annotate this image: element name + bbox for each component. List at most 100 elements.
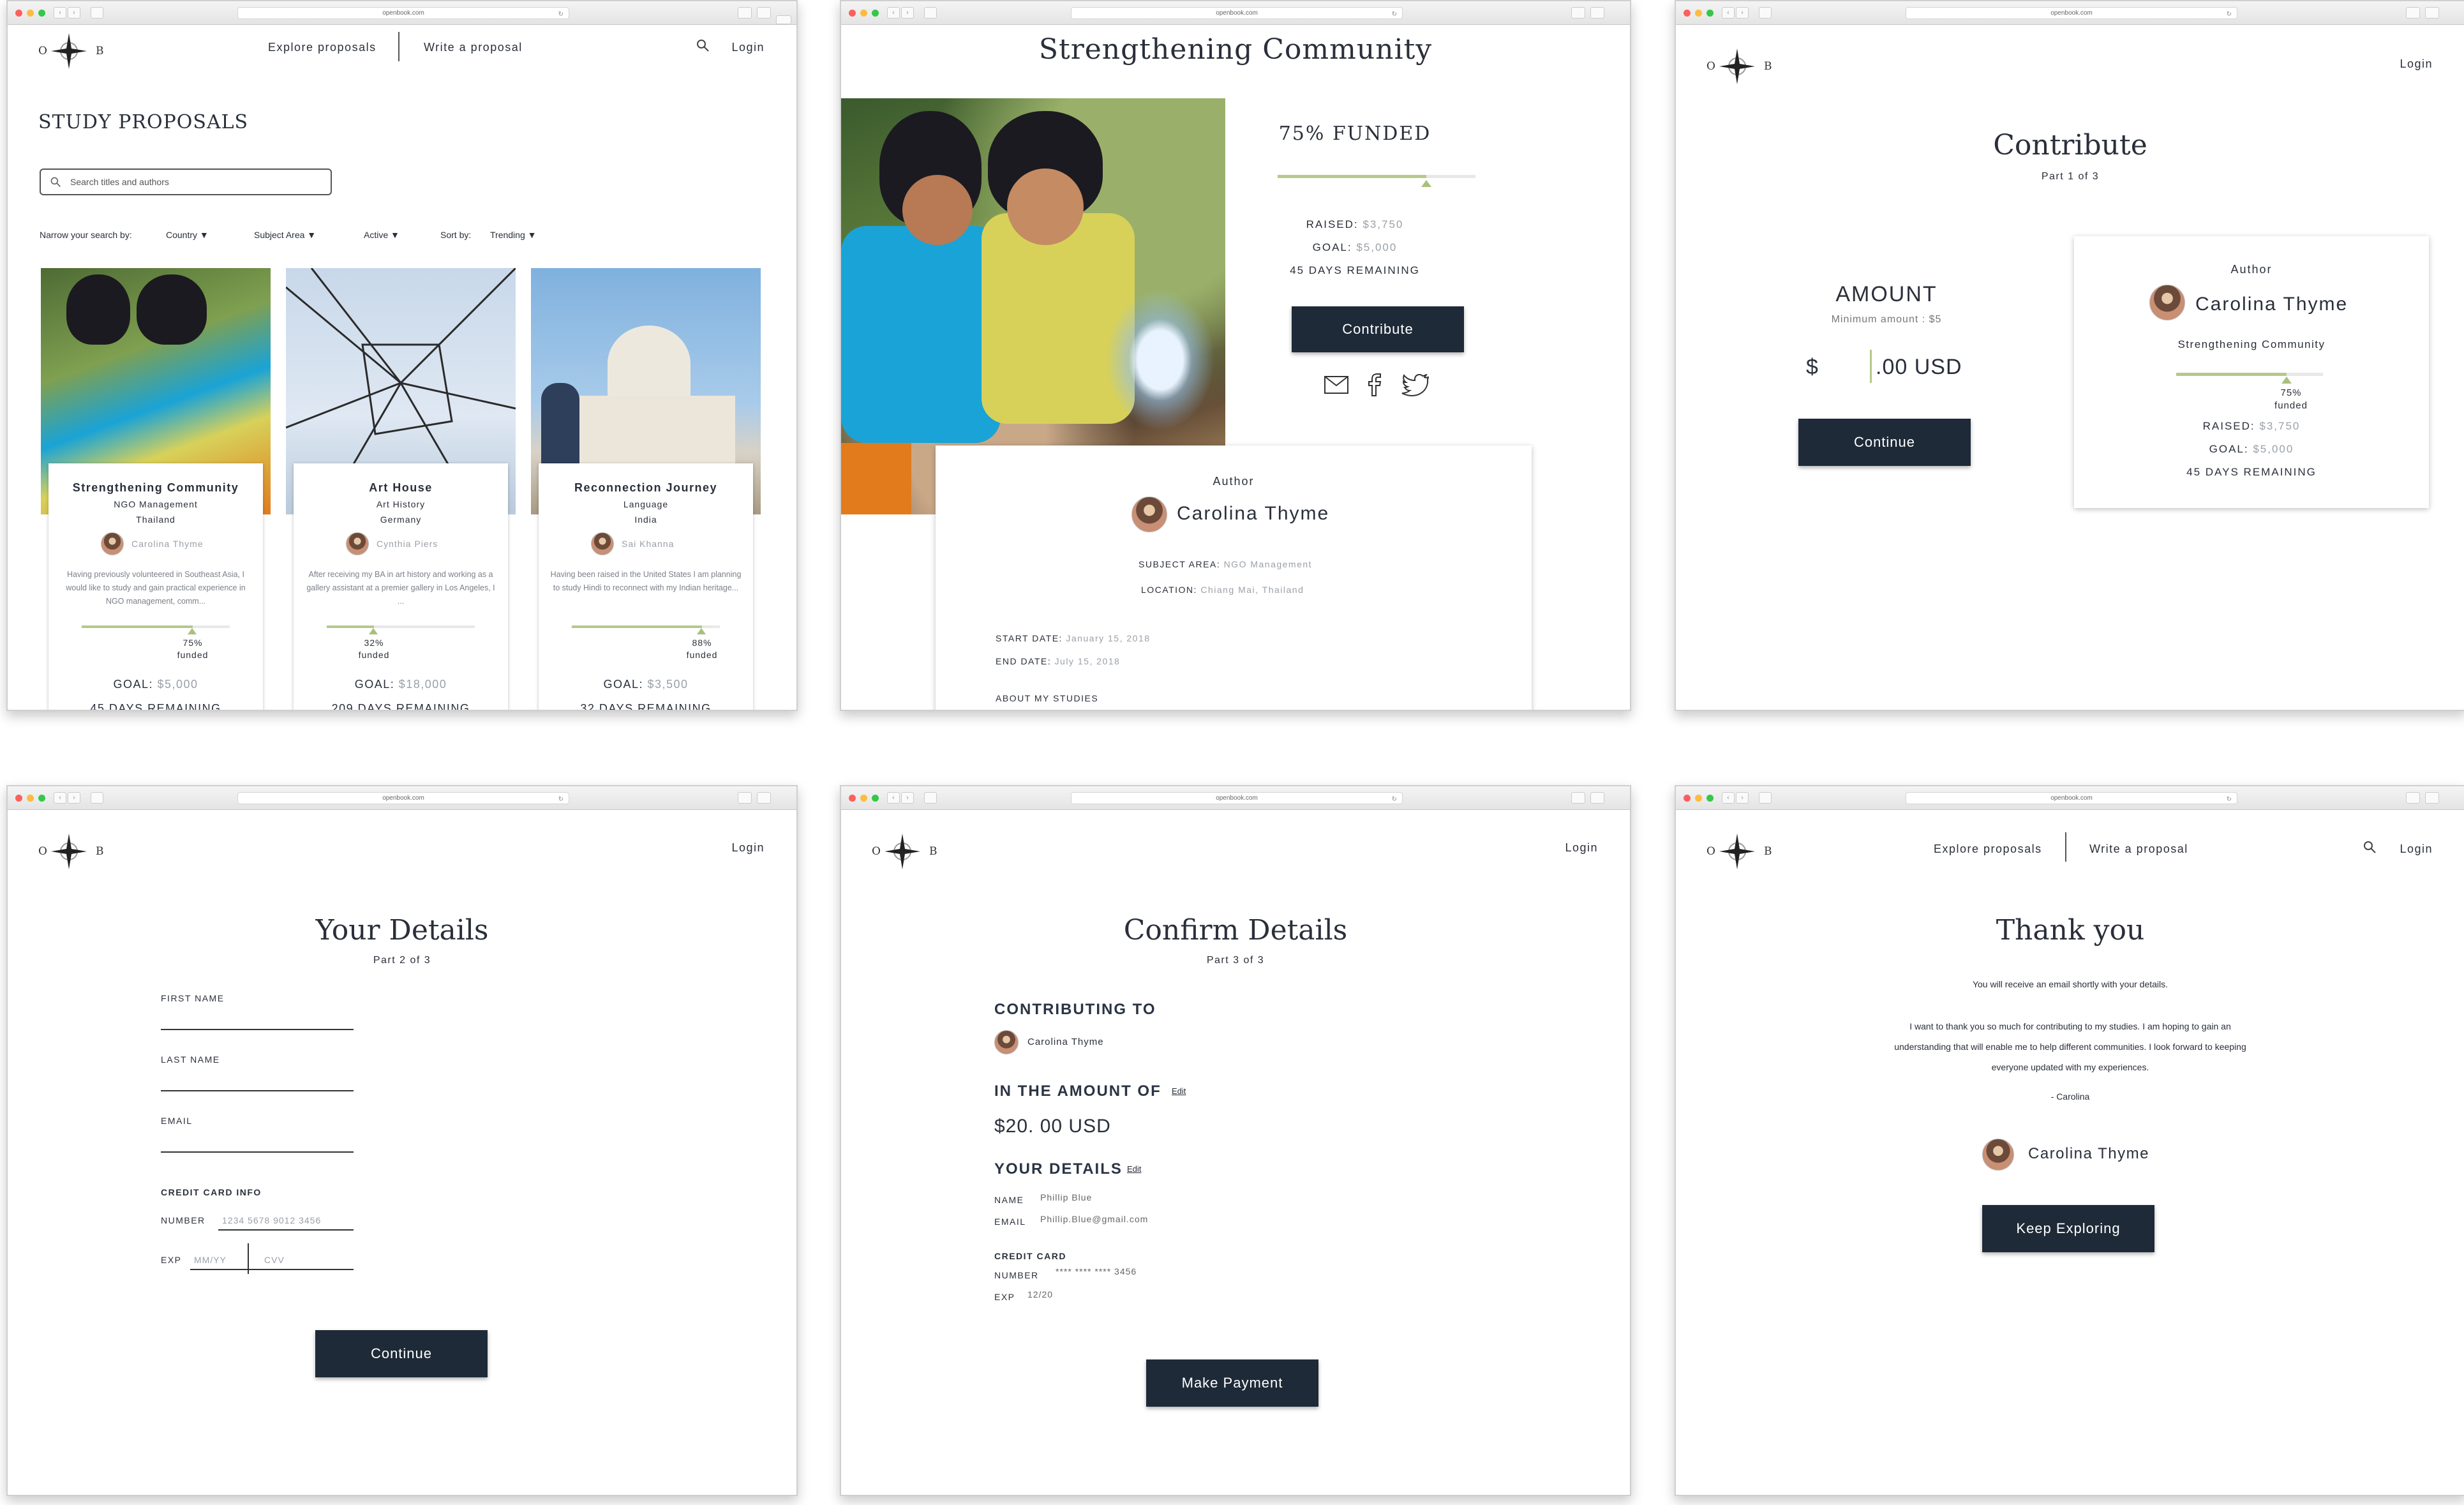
card-title[interactable]: Art House [294,481,508,495]
make-payment-button[interactable]: Make Payment [1146,1359,1318,1407]
zoom-window-button[interactable] [1706,795,1714,802]
email-icon[interactable] [1324,375,1349,394]
back-button[interactable]: ‹ [1722,792,1735,804]
login-link[interactable]: Login [1565,841,1598,855]
back-button[interactable]: ‹ [887,7,900,19]
search-icon[interactable] [696,38,710,52]
back-button[interactable]: ‹ [54,792,66,804]
share-icon[interactable] [1571,792,1585,804]
author-name[interactable]: Carolina Thyme [1177,503,1329,525]
back-button[interactable]: ‹ [887,792,900,804]
new-tab-button[interactable] [776,15,791,24]
forward-button[interactable]: › [68,792,80,804]
close-window-button[interactable] [15,10,22,17]
address-bar[interactable]: openbook.com ↻ [1906,7,2237,19]
forward-button[interactable]: › [901,792,914,804]
zoom-window-button[interactable] [38,10,45,17]
address-bar[interactable]: openbook.com ↻ [237,7,569,19]
reload-icon[interactable]: ↻ [2227,794,2232,805]
tabs-icon[interactable] [757,7,771,19]
card-title[interactable]: Strengthening Community [49,481,263,495]
nav-explore-link[interactable]: Explore proposals [268,41,377,54]
card-author[interactable]: Carolina Thyme [131,539,204,549]
reload-icon[interactable]: ↻ [1392,794,1397,805]
address-bar[interactable]: openbook.com ↻ [237,792,569,804]
share-icon[interactable] [738,792,752,804]
forward-button[interactable]: › [1736,792,1749,804]
reload-icon[interactable]: ↻ [1392,9,1397,20]
minimize-window-button[interactable] [27,795,34,802]
sidebar-icon[interactable] [91,7,103,19]
back-button[interactable]: ‹ [1722,7,1735,19]
sidebar-icon[interactable] [1759,7,1772,19]
close-window-button[interactable] [1684,795,1691,802]
tabs-icon[interactable] [2425,792,2439,804]
zoom-window-button[interactable] [38,795,45,802]
close-window-button[interactable] [849,10,856,17]
login-link[interactable]: Login [731,841,765,855]
tabs-icon[interactable] [757,792,771,804]
forward-button[interactable]: › [68,7,80,19]
share-icon[interactable] [738,7,752,19]
tabs-icon[interactable] [1590,7,1604,19]
continue-button[interactable]: Continue [315,1330,488,1377]
proposal-card[interactable]: Strengthening Community NGO Management T… [49,463,263,710]
back-button[interactable]: ‹ [54,7,66,19]
twitter-icon[interactable] [1401,374,1430,397]
nav-explore-link[interactable]: Explore proposals [1934,842,2042,856]
logo[interactable]: O B [38,832,108,873]
contribute-button[interactable]: Contribute [1292,306,1464,352]
zoom-window-button[interactable] [872,795,879,802]
minimize-window-button[interactable] [27,10,34,17]
last-name-input[interactable] [161,1068,354,1091]
filter-country[interactable]: Country ▼ [166,230,209,240]
minimize-window-button[interactable] [860,795,867,802]
facebook-icon[interactable] [1364,373,1384,397]
exp-input[interactable]: MM/YY [190,1247,251,1270]
tabs-icon[interactable] [2425,7,2439,19]
reload-icon[interactable]: ↻ [2227,9,2232,20]
forward-button[interactable]: › [901,7,914,19]
search-icon[interactable] [2363,840,2377,854]
filter-subject[interactable]: Subject Area ▼ [254,230,316,240]
first-name-input[interactable] [161,1007,354,1030]
share-icon[interactable] [2406,792,2420,804]
close-window-button[interactable] [849,795,856,802]
address-bar[interactable]: openbook.com ↻ [1906,792,2237,804]
card-title[interactable]: Reconnection Journey [539,481,753,495]
reload-icon[interactable]: ↻ [558,9,564,20]
close-window-button[interactable] [15,795,22,802]
login-link[interactable]: Login [731,41,765,54]
amount-input[interactable]: .00 USD [1870,350,1991,383]
minimize-window-button[interactable] [860,10,867,17]
address-bar[interactable]: openbook.com ↻ [1071,792,1403,804]
logo[interactable]: O B [1706,47,1777,88]
card-author[interactable]: Sai Khanna [622,539,674,549]
email-input[interactable] [161,1130,354,1153]
minimize-window-button[interactable] [1695,10,1702,17]
edit-amount-link[interactable]: Edit [1172,1086,1186,1096]
logo[interactable]: O B [1706,832,1777,873]
forward-button[interactable]: › [1736,7,1749,19]
proposal-card[interactable]: Reconnection Journey Language India Sai … [539,463,753,710]
login-link[interactable]: Login [2400,57,2433,71]
sidebar-icon[interactable] [91,792,103,804]
nav-write-link[interactable]: Write a proposal [2089,842,2188,856]
edit-details-link[interactable]: Edit [1127,1164,1141,1174]
sidebar-icon[interactable] [1759,792,1772,804]
cvv-input[interactable]: CVV [250,1247,354,1270]
sidebar-icon[interactable] [924,7,937,19]
sort-select[interactable]: Trending ▼ [490,230,537,240]
logo[interactable]: O B [872,832,942,873]
login-link[interactable]: Login [2400,842,2433,856]
close-window-button[interactable] [1684,10,1691,17]
nav-write-link[interactable]: Write a proposal [424,41,523,54]
tabs-icon[interactable] [1590,792,1604,804]
share-icon[interactable] [1571,7,1585,19]
proposal-card[interactable]: Art House Art History Germany Cynthia Pi… [294,463,508,710]
reload-icon[interactable]: ↻ [558,794,564,805]
address-bar[interactable]: openbook.com ↻ [1071,7,1403,19]
minimize-window-button[interactable] [1695,795,1702,802]
search-input[interactable]: Search titles and authors [40,168,332,195]
logo[interactable]: O B [38,32,108,73]
